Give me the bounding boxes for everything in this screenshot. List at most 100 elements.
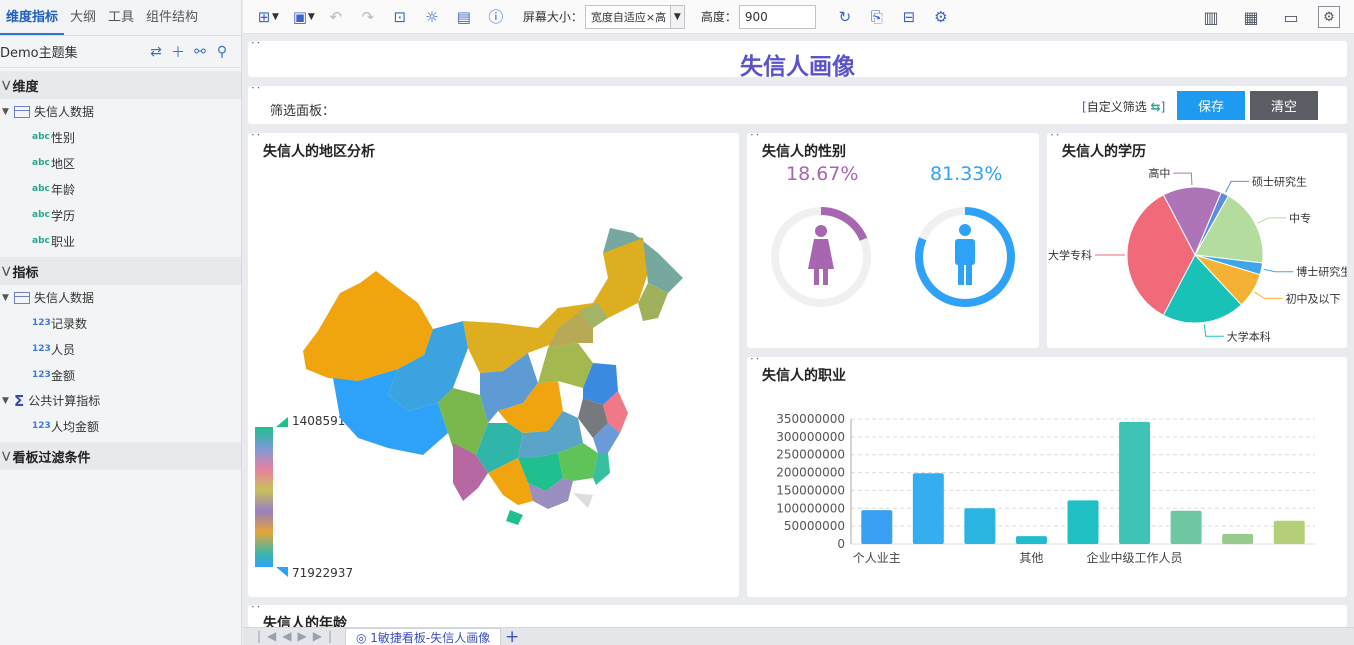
subject-name[interactable]: Demo主题集 xyxy=(0,42,145,61)
measure-item[interactable]: 123人员 xyxy=(0,336,241,362)
pie-label-line xyxy=(1254,292,1282,298)
hide-panel-icon[interactable]: ▭ xyxy=(1278,4,1304,30)
data-source-icon[interactable]: ⊟ xyxy=(898,8,920,26)
section-measures[interactable]: ⋁指标 xyxy=(0,257,241,285)
job-card[interactable]: ⠁⠁ 失信人的职业 050000000100000000150000000200… xyxy=(747,357,1347,597)
bar[interactable] xyxy=(1119,422,1150,544)
pie-slice-label: 大学专科 xyxy=(1048,248,1092,262)
tab-dimension-measure[interactable]: 维度指标 xyxy=(0,6,64,35)
clear-button[interactable]: 清空 xyxy=(1250,91,1318,120)
table-icon xyxy=(14,106,30,118)
subject-row: Demo主题集 ⇄ ＋ ⚯ ⚲ xyxy=(0,36,241,68)
pie-label-line xyxy=(1257,218,1286,223)
y-tick-label: 350000000 xyxy=(776,412,845,426)
y-tick-label: 50000000 xyxy=(784,519,845,533)
legend-min-label: 71922937 xyxy=(292,566,353,580)
chevron-down-icon[interactable]: ▼ xyxy=(308,12,315,22)
map-provinces[interactable] xyxy=(303,228,683,525)
search-icon[interactable]: ⚲ xyxy=(211,44,233,60)
pie-slice-label: 初中及以下 xyxy=(1286,291,1341,305)
text-type-icon: abc xyxy=(32,132,48,142)
expand-triangle-icon: ▼ xyxy=(2,396,14,406)
sheet-tab[interactable]: ◎ 1敏捷看板-失信人画像 xyxy=(345,628,501,645)
gear-icon[interactable]: ⚙ xyxy=(1318,6,1340,28)
gender-card[interactable]: ⠁⠁ 失信人的性别 18.67% 81.33% xyxy=(747,133,1039,348)
calc-measure-item[interactable]: 123人均金额 xyxy=(0,413,241,439)
measure-item-label: 人员 xyxy=(51,341,75,358)
screen-size-select[interactable]: 宽度自适应×高▼ xyxy=(585,5,685,29)
gender-gauges[interactable] xyxy=(747,133,1039,348)
bar[interactable] xyxy=(861,510,892,544)
export-icon[interactable]: ⎘ xyxy=(866,8,888,26)
female-figure-icon xyxy=(808,225,834,285)
dimension-item[interactable]: abc地区 xyxy=(0,150,241,176)
collapse-icon: ⋁ xyxy=(2,451,10,462)
dimension-item[interactable]: abc职业 xyxy=(0,228,241,254)
legend-min-handle[interactable] xyxy=(276,567,288,577)
measure-item[interactable]: 123金额 xyxy=(0,362,241,388)
dimension-item-label: 职业 xyxy=(51,233,75,250)
add-sheet-icon[interactable]: + xyxy=(505,627,519,645)
title-card[interactable]: ⠁⠁ 失信人画像 xyxy=(248,41,1347,77)
china-map[interactable]: 1408591837 71922937 xyxy=(248,133,739,597)
bar[interactable] xyxy=(1222,534,1253,544)
bar[interactable] xyxy=(1171,511,1202,544)
sheet-nav-icons[interactable]: |◀◀▶▶| xyxy=(257,629,338,643)
section-dimensions-label: 维度 xyxy=(12,76,38,95)
bar[interactable] xyxy=(964,508,995,544)
job-bar-chart[interactable]: 0500000001000000001500000002000000002500… xyxy=(747,357,1347,597)
section-filters-label: 看板过滤条件 xyxy=(12,447,90,466)
preview-icon[interactable]: ⊡ xyxy=(389,8,411,26)
chart-icon[interactable]: ▥ xyxy=(1198,4,1224,30)
grid-layout-icon[interactable]: ▦ xyxy=(1238,4,1264,30)
refresh-icon[interactable]: ↻ xyxy=(834,8,856,26)
bar[interactable] xyxy=(1068,500,1099,544)
dimension-item[interactable]: abc年龄 xyxy=(0,176,241,202)
legend-max-handle[interactable] xyxy=(276,417,288,427)
section-dimensions[interactable]: ⋁维度 xyxy=(0,71,241,99)
calc-group-label: 公共计算指标 xyxy=(28,392,100,409)
filter-card: ⠁⠁ 筛选面板： [自定义筛选 ⇆] 保存 清空 xyxy=(248,86,1347,124)
redo-icon[interactable]: ↷ xyxy=(357,8,379,26)
save-button[interactable]: 保存 xyxy=(1177,91,1245,120)
add-icon[interactable]: ＋ xyxy=(167,42,189,62)
info-icon[interactable]: ⓘ xyxy=(485,6,507,27)
filter-panel-label: 筛选面板： xyxy=(270,100,335,119)
x-tick-label: 其他 xyxy=(1019,551,1043,565)
y-tick-label: 0 xyxy=(837,537,845,551)
link-icon[interactable]: ⚯ xyxy=(189,44,211,60)
section-board-filters[interactable]: ⋁看板过滤条件 xyxy=(0,442,241,470)
tab-component-structure[interactable]: 组件结构 xyxy=(140,6,204,35)
dimension-item[interactable]: abc性别 xyxy=(0,124,241,150)
measure-table-node[interactable]: ▼失信人数据 xyxy=(0,285,241,310)
alert-icon[interactable]: ☼ xyxy=(421,8,443,26)
age-card[interactable]: ⠁⠁ 失信人的年龄 xyxy=(248,605,1347,627)
dimension-item-label: 性别 xyxy=(51,129,75,146)
custom-filter-link[interactable]: [自定义筛选 ⇆] xyxy=(1082,98,1165,115)
measure-item-label: 记录数 xyxy=(51,315,87,332)
tab-outline[interactable]: 大纲 xyxy=(64,6,102,35)
y-tick-label: 150000000 xyxy=(776,483,845,497)
male-figure-icon xyxy=(955,224,975,285)
education-card[interactable]: ⠁⠁ 失信人的学历 高中硕士研究生中专博士研究生初中及以下大学本科大学专科 xyxy=(1047,133,1347,348)
region-card[interactable]: ⠁⠁ 失信人的地区分析 1408591837 71922937 xyxy=(248,133,739,597)
drag-handle-icon[interactable]: ⠁⠁ xyxy=(251,608,259,616)
education-pie-chart[interactable]: 高中硕士研究生中专博士研究生初中及以下大学本科大学专科 xyxy=(1047,133,1347,348)
bar[interactable] xyxy=(1016,536,1047,544)
bar[interactable] xyxy=(913,473,944,544)
drag-handle-icon[interactable]: ⠁⠁ xyxy=(251,89,259,97)
height-input[interactable]: 900 xyxy=(739,5,816,29)
settings-panel-icon[interactable]: ⚙ xyxy=(930,8,952,26)
bar[interactable] xyxy=(1274,521,1305,544)
switch-subject-icon[interactable]: ⇄ xyxy=(145,44,167,60)
tab-tools[interactable]: 工具 xyxy=(102,6,140,35)
dimension-item[interactable]: abc学历 xyxy=(0,202,241,228)
chevron-down-icon[interactable]: ▼ xyxy=(272,12,279,22)
map-legend-bar[interactable] xyxy=(255,427,273,567)
measure-item[interactable]: 123记录数 xyxy=(0,310,241,336)
calc-measure-node[interactable]: ▼Σ公共计算指标 xyxy=(0,388,241,413)
dimension-table-node[interactable]: ▼失信人数据 xyxy=(0,99,241,124)
undo-icon[interactable]: ↶ xyxy=(325,8,347,26)
report-icon[interactable]: ▤ xyxy=(453,8,475,26)
number-type-icon: 123 xyxy=(32,318,48,328)
